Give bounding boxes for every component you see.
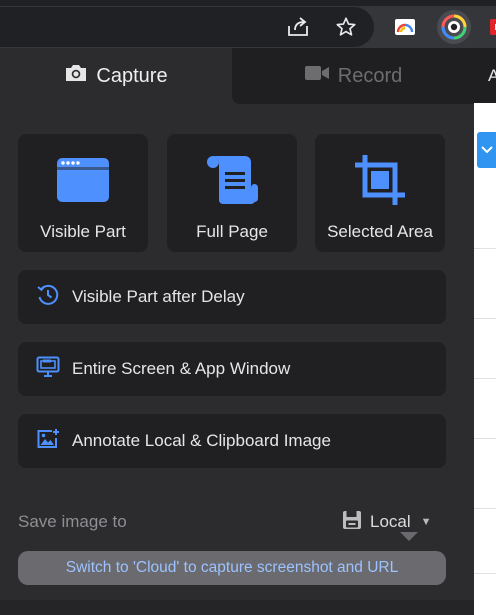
selected-area-button[interactable]: Selected Area bbox=[315, 134, 445, 252]
panel-footer bbox=[0, 600, 474, 615]
entire-screen-label: Entire Screen & App Window bbox=[72, 359, 291, 378]
full-page-label: Full Page bbox=[196, 222, 268, 241]
caret-down-icon: ▼ bbox=[420, 516, 432, 528]
annotate-image-label: Annotate Local & Clipboard Image bbox=[72, 431, 331, 450]
image-add-icon bbox=[36, 428, 60, 455]
save-location-dropdown[interactable]: Local ▼ bbox=[342, 510, 432, 534]
tab-record-label: Record bbox=[337, 64, 403, 87]
crop-icon bbox=[353, 152, 407, 208]
browser-toolbar bbox=[0, 6, 496, 48]
browser-window-icon bbox=[56, 152, 110, 208]
page-header-text: A bbox=[488, 66, 496, 85]
visible-part-button[interactable]: Visible Part bbox=[18, 134, 148, 252]
share-icon[interactable] bbox=[283, 12, 313, 42]
cast-extension-icon[interactable] bbox=[390, 12, 420, 42]
extension-icon[interactable] bbox=[482, 12, 496, 42]
visible-part-after-delay-button[interactable]: Visible Part after Delay bbox=[18, 270, 446, 324]
monitor-icon bbox=[36, 356, 60, 383]
save-location-value: Local bbox=[370, 512, 411, 531]
page-dropdown-button[interactable] bbox=[477, 132, 496, 168]
full-page-button[interactable]: Full Page bbox=[167, 134, 297, 252]
switch-to-cloud-text: Switch to 'Cloud' to capture screenshot … bbox=[65, 559, 399, 576]
scroll-page-icon bbox=[205, 152, 259, 208]
screenshot-extension-icon[interactable] bbox=[437, 10, 471, 44]
chevron-down-icon bbox=[480, 146, 493, 154]
page-background: A bbox=[474, 48, 496, 615]
tab-capture-label: Capture bbox=[96, 64, 168, 87]
tab-record[interactable]: Record bbox=[232, 48, 474, 104]
switch-to-cloud-tooltip[interactable]: Switch to 'Cloud' to capture screenshot … bbox=[18, 551, 446, 585]
video-camera-icon bbox=[304, 64, 330, 88]
visible-part-label: Visible Part bbox=[40, 222, 126, 241]
visible-part-after-delay-label: Visible Part after Delay bbox=[72, 287, 245, 306]
screenshot-popup: Capture Record Visible Part Full Page Se… bbox=[0, 48, 474, 615]
tooltip-arrow bbox=[400, 532, 418, 541]
tab-capture[interactable]: Capture bbox=[0, 48, 232, 104]
annotate-image-button[interactable]: Annotate Local & Clipboard Image bbox=[18, 414, 446, 468]
timer-icon bbox=[36, 283, 60, 312]
address-bar[interactable] bbox=[0, 7, 374, 47]
save-image-to-label: Save image to bbox=[18, 512, 127, 531]
bookmark-star-icon[interactable] bbox=[331, 12, 361, 42]
floppy-disk-icon bbox=[342, 510, 362, 535]
selected-area-label: Selected Area bbox=[327, 222, 433, 241]
camera-icon bbox=[64, 63, 88, 89]
entire-screen-button[interactable]: Entire Screen & App Window bbox=[18, 342, 446, 396]
